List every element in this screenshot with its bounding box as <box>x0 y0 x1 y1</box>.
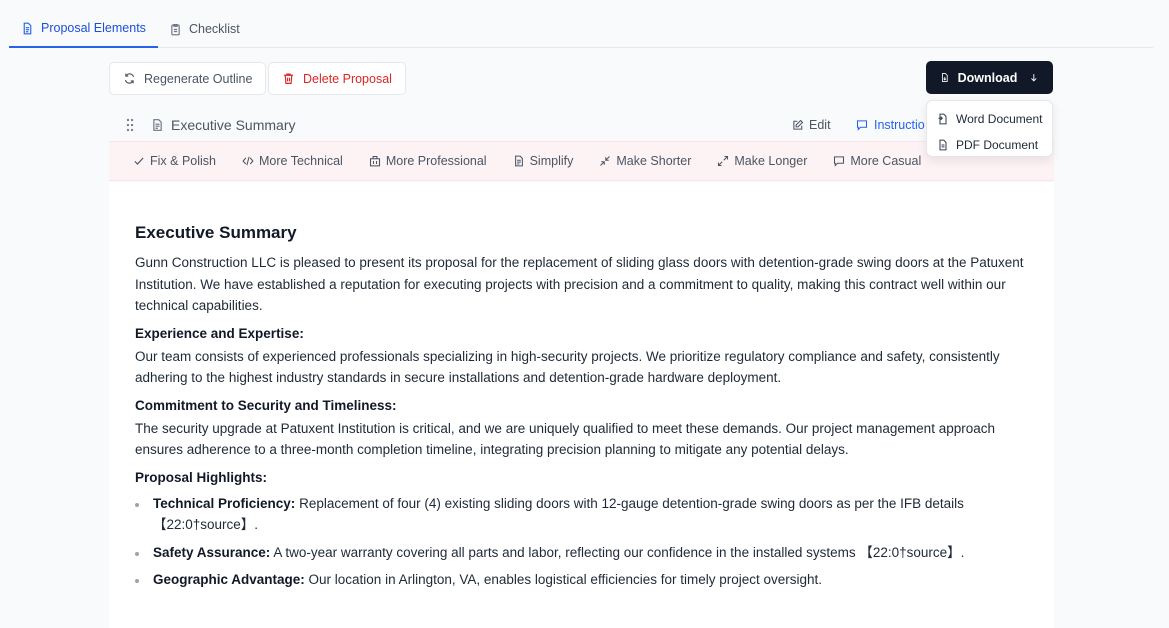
tab-bar: Proposal Elements Checklist <box>9 10 1153 48</box>
shrink-icon <box>600 156 611 166</box>
menu-item-word-document[interactable]: Word Document <box>927 106 1052 132</box>
experience-heading: Experience and Expertise: <box>135 325 304 341</box>
pencil-square-icon <box>793 119 804 130</box>
button-label: Edit <box>809 118 831 132</box>
fix-polish-button[interactable]: Fix & Polish <box>133 154 216 168</box>
button-label: Regenerate Outline <box>144 71 253 86</box>
app-frame: Proposal Elements Checklist Regenerate O… <box>9 10 1153 628</box>
chat-icon <box>856 120 868 131</box>
check-icon <box>134 157 144 165</box>
tool-label: More Technical <box>259 154 343 168</box>
download-button[interactable]: Download <box>926 61 1053 94</box>
document-heading: Executive Summary <box>135 223 297 242</box>
trash-icon <box>284 73 293 84</box>
list-item: Safety Assurance: A two-year warranty co… <box>135 542 1028 564</box>
document-icon <box>23 22 32 34</box>
instructions-button[interactable]: Instructio <box>856 118 925 132</box>
list-item: Technical Proficiency: Replacement of fo… <box>135 493 1028 536</box>
more-technical-button[interactable]: More Technical <box>242 154 343 168</box>
highlights-list: Technical Proficiency: Replacement of fo… <box>135 493 1028 591</box>
button-label: Instructio <box>874 118 925 132</box>
highlights-heading: Proposal Highlights: <box>135 469 268 485</box>
regenerate-outline-button[interactable]: Regenerate Outline <box>109 62 267 95</box>
commitment-paragraph: The security upgrade at Patuxent Institu… <box>135 420 995 458</box>
menu-item-label: PDF Document <box>956 138 1039 152</box>
building-icon <box>369 155 380 167</box>
tool-label: Simplify <box>529 154 574 168</box>
tool-label: More Casual <box>850 154 922 168</box>
clipboard-icon <box>171 23 180 35</box>
tool-label: Make Shorter <box>616 154 692 168</box>
file-download-icon <box>941 73 948 82</box>
highlight-text: Our location in Arlington, VA, enables l… <box>304 572 823 587</box>
document-icon <box>514 155 523 167</box>
make-shorter-button[interactable]: Make Shorter <box>599 154 691 168</box>
tab-proposal-elements[interactable]: Proposal Elements <box>9 10 158 48</box>
list-item: Geographic Advantage: Our location in Ar… <box>135 569 1028 591</box>
more-professional-button[interactable]: More Professional <box>369 154 487 168</box>
drag-handle-icon[interactable] <box>125 118 135 132</box>
menu-item-pdf-document[interactable]: PDF Document <box>927 132 1052 158</box>
menu-item-label: Word Document <box>956 112 1043 126</box>
arrow-down-icon <box>1031 74 1037 82</box>
refresh-icon <box>124 73 135 84</box>
experience-paragraph: Our team consists of experienced profess… <box>135 348 1000 386</box>
main-content: Regenerate Outline Delete Proposal Downl… <box>9 48 1153 628</box>
rewrite-toolbar: Fix & Polish More Technical More Profess… <box>109 141 1054 181</box>
tool-label: Make Longer <box>734 154 808 168</box>
download-menu: Word Document PDF Document <box>926 100 1053 157</box>
word-doc-icon <box>938 113 947 125</box>
more-casual-button[interactable]: More Casual <box>833 154 921 168</box>
tab-checklist[interactable]: Checklist <box>157 10 252 48</box>
tool-label: More Professional <box>385 154 487 168</box>
section-header: Executive Summary Edit Instructio <box>109 110 1054 141</box>
make-longer-button[interactable]: Make Longer <box>717 154 807 168</box>
highlight-title: Technical Proficiency: <box>153 495 296 511</box>
highlight-text: A two-year warranty covering all parts a… <box>270 544 965 560</box>
chat-icon <box>834 156 845 167</box>
expand-icon <box>718 155 729 167</box>
intro-paragraph: Gunn Construction LLC is pleased to pres… <box>135 255 1024 313</box>
document-icon <box>153 119 162 131</box>
tab-label: Checklist <box>189 22 240 36</box>
pdf-doc-icon <box>939 139 947 151</box>
highlight-title: Safety Assurance: <box>153 544 271 560</box>
delete-proposal-button[interactable]: Delete Proposal <box>268 62 406 95</box>
edit-button[interactable]: Edit <box>792 118 831 132</box>
button-label: Download <box>957 70 1018 85</box>
button-label: Delete Proposal <box>303 71 392 86</box>
highlight-title: Geographic Advantage: <box>153 572 305 587</box>
section-title: Executive Summary <box>171 117 296 133</box>
simplify-button[interactable]: Simplify <box>513 154 574 168</box>
code-icon <box>242 156 254 166</box>
commitment-heading: Commitment to Security and Timeliness: <box>135 397 397 413</box>
document-body[interactable]: Executive Summary Gunn Construction LLC … <box>109 182 1054 628</box>
tab-label: Proposal Elements <box>41 21 146 35</box>
tool-label: Fix & Polish <box>150 154 216 168</box>
